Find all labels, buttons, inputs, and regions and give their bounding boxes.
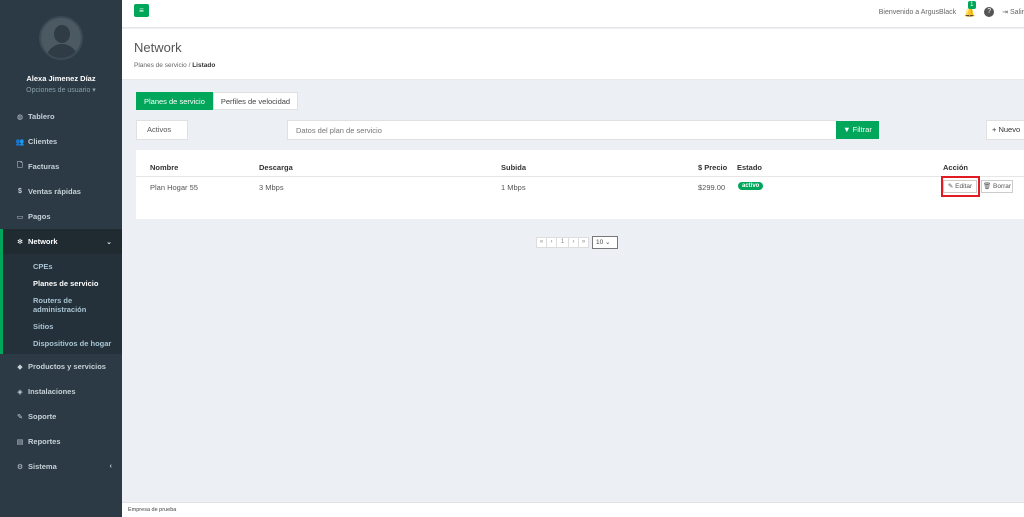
- sidebar-item-clientes[interactable]: 👥 Clientes: [0, 129, 122, 154]
- sidebar-item-soporte[interactable]: ✎ Soporte: [0, 404, 122, 429]
- sidebar-nav: ◍ Tablero 👥 Clientes 🗋 Facturas $ Ventas ráp…: [0, 104, 122, 254]
- top-right-area: Bienvenido a ArgusBlack 🔔 1 ? ⇥ Salir: [879, 0, 1024, 24]
- sidebar-item-ventas-rapidas[interactable]: $ Ventas rápidas: [0, 179, 122, 204]
- sidebar-item-label: Pagos: [28, 212, 51, 221]
- sidebar-item-label: Ventas rápidas: [28, 187, 81, 196]
- sidebar-item-tablero[interactable]: ◍ Tablero: [0, 104, 122, 129]
- search-input[interactable]: [287, 120, 837, 140]
- filter-row: Activos ▼ Filtrar + Nuevo: [136, 120, 1024, 140]
- sidebar-item-label: Productos y servicios: [28, 362, 106, 371]
- gear-icon: ⚙: [16, 463, 24, 471]
- sidebar-subitem-sitios[interactable]: Sitios: [3, 318, 122, 335]
- breadcrumb-separator: /: [188, 62, 191, 69]
- sidebar-subitem-routers[interactable]: Routers de administración: [3, 292, 122, 318]
- sidebar-item-facturas[interactable]: 🗋 Facturas: [0, 154, 122, 179]
- column-header-precio: $ Precio: [698, 163, 728, 172]
- column-header-accion: Acción: [943, 163, 969, 172]
- chevron-down-icon: ⌄: [106, 238, 112, 246]
- notifications-button[interactable]: 🔔 1: [964, 0, 976, 18]
- sidebar-item-reportes[interactable]: ▤ Reportes: [0, 429, 122, 454]
- column-header-subida: Subida: [501, 163, 527, 172]
- table-header-divider: [136, 176, 1024, 177]
- wrench-icon: ✎: [17, 413, 23, 421]
- edit-highlight-box: [941, 176, 980, 197]
- per-page-select[interactable]: 10 ⌄: [592, 236, 618, 249]
- page-title: Network: [134, 40, 182, 55]
- plans-table: Nombre Descarga Subida $ Precio Estado A…: [136, 150, 1024, 219]
- pagination: « ‹ 1 › » 10 ⌄: [536, 236, 618, 249]
- network-icon: ✻: [17, 238, 23, 246]
- column-header-nombre: Nombre: [150, 163, 179, 172]
- report-icon: ▤: [16, 438, 24, 446]
- logout-label: Salir: [1009, 9, 1024, 16]
- sidebar-item-label: Network: [28, 237, 58, 246]
- tab-planes-de-servicio[interactable]: Planes de servicio: [136, 92, 213, 110]
- help-icon[interactable]: ?: [984, 7, 995, 17]
- tag-icon: ◆: [17, 363, 23, 371]
- sidebar-subitem-cpes[interactable]: CPEs: [3, 258, 122, 275]
- network-submenu: CPEs Planes de servicio Routers de admin…: [0, 254, 122, 354]
- sidebar-item-network[interactable]: ✻ Network ⌄: [0, 229, 122, 254]
- top-navbar: ≡ Bienvenido a ArgusBlack 🔔 1 ? ⇥ Salir: [122, 0, 1024, 28]
- sidebar-item-label: Soporte: [28, 412, 57, 421]
- dashboard-icon: ◍: [16, 113, 24, 121]
- sidebar-subitem-dispositivos-de-hogar[interactable]: Dispositivos de hogar: [3, 335, 122, 352]
- cell-download: 3 Mbps: [259, 183, 284, 192]
- avatar: [39, 16, 83, 60]
- status-filter-select[interactable]: Activos: [136, 120, 188, 140]
- sidebar-item-instalaciones[interactable]: ◈ Instalaciones: [0, 379, 122, 404]
- content-header: Network Planes de servicio / Listado: [122, 29, 1024, 80]
- menu-toggle-button[interactable]: ≡: [134, 4, 149, 17]
- cell-name: Plan Hogar 55: [150, 183, 198, 192]
- sidebar-item-sistema[interactable]: ⚙ Sistema ‹: [0, 454, 122, 479]
- sidebar-item-label: Facturas: [28, 162, 60, 171]
- footer: Empresa de prueba: [122, 502, 1024, 517]
- column-header-estado: Estado: [737, 163, 763, 172]
- dollar-icon: $: [18, 188, 22, 195]
- tab-perfiles-de-velocidad[interactable]: Perfiles de velocidad: [212, 92, 299, 110]
- avatar-head-shape: [54, 25, 70, 43]
- column-header-descarga: Descarga: [259, 163, 293, 172]
- tab-bar: Planes de servicio Perfiles de velocidad: [136, 92, 299, 110]
- avatar-body-shape: [46, 44, 78, 58]
- sidebar-item-label: Reportes: [28, 437, 61, 446]
- user-name: Alexa Jimenez Díaz: [26, 74, 96, 83]
- cell-upload: 1 Mbps: [501, 183, 526, 192]
- filter-button[interactable]: ▼ Filtrar: [836, 121, 879, 139]
- sidebar-item-productos[interactable]: ◆ Productos y servicios: [0, 354, 122, 379]
- sidebar-nav-lower: ◆ Productos y servicios ◈ Instalaciones ✎ S…: [0, 354, 122, 479]
- pagination-last-button[interactable]: »: [578, 237, 589, 248]
- sidebar-item-label: Clientes: [28, 137, 58, 146]
- chevron-left-icon: ‹: [109, 463, 112, 470]
- cell-price: $299.00: [698, 183, 726, 192]
- file-icon: 🗋: [17, 162, 23, 169]
- user-panel: Alexa Jimenez Díaz Opciones de usuario ▾: [0, 0, 122, 104]
- breadcrumb: Planes de servicio / Listado: [134, 62, 215, 69]
- status-badge: activo: [738, 182, 764, 190]
- footer-company: Empresa de prueba: [128, 507, 177, 513]
- breadcrumb-parent-link[interactable]: Planes de servicio: [134, 62, 187, 69]
- sidebar-item-pagos[interactable]: ▭ Pagos: [0, 204, 122, 229]
- breadcrumb-current: Listado: [192, 62, 216, 69]
- sidebar-subitem-planes-de-servicio[interactable]: Planes de servicio: [3, 275, 122, 292]
- sidebar-item-label: Instalaciones: [28, 387, 76, 396]
- sidebar: Alexa Jimenez Díaz Opciones de usuario ▾…: [0, 0, 122, 517]
- new-plan-button[interactable]: + Nuevo: [986, 120, 1024, 140]
- logout-icon: ⇥: [1002, 9, 1009, 16]
- welcome-text: Bienvenido a ArgusBlack: [878, 8, 957, 16]
- notification-count-badge: 1: [968, 0, 976, 9]
- user-options-link[interactable]: Opciones de usuario ▾: [0, 86, 122, 94]
- users-icon: 👥: [15, 138, 25, 146]
- sidebar-item-label: Tablero: [28, 112, 55, 121]
- logout-button[interactable]: ⇥ Salir: [1002, 8, 1024, 16]
- delete-button[interactable]: 🗑 Borrar: [981, 180, 1013, 193]
- install-icon: ◈: [17, 388, 23, 396]
- money-icon: ▭: [16, 213, 24, 221]
- sidebar-item-label: Sistema: [28, 462, 57, 471]
